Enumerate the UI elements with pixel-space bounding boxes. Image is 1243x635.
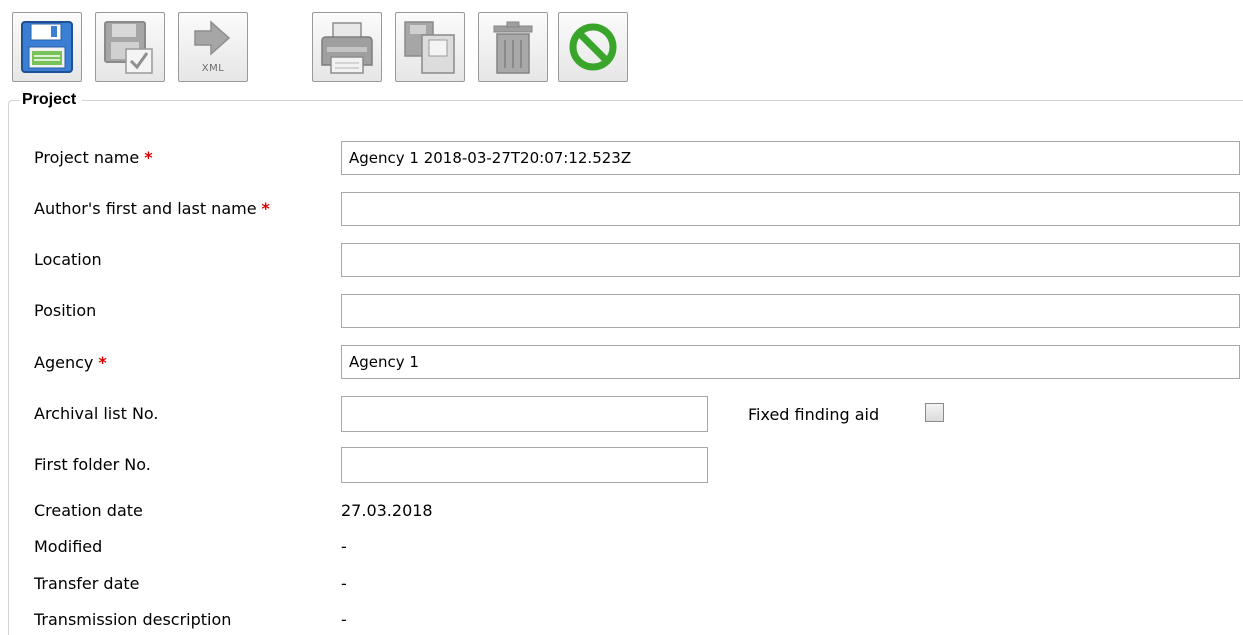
required-marker: * <box>144 148 153 167</box>
project-name-label-row: Project name * <box>34 148 153 168</box>
agency-label-row: Agency * <box>34 353 107 373</box>
transfer-date-label: Transfer date <box>34 574 140 593</box>
cancel-button[interactable] <box>558 12 628 82</box>
transmission-description-label: Transmission description <box>34 610 232 629</box>
transfer-date-value: - <box>341 574 347 593</box>
required-marker: * <box>98 353 107 372</box>
creation-date-value: 27.03.2018 <box>341 501 433 520</box>
project-name-input[interactable] <box>341 141 1240 175</box>
save-check-icon <box>104 21 153 74</box>
archival-list-no-label: Archival list No. <box>34 404 159 423</box>
required-marker: * <box>261 199 270 218</box>
save-validate-button[interactable] <box>95 12 165 82</box>
agency-label: Agency <box>34 353 94 372</box>
archival-list-no-input[interactable] <box>341 396 708 432</box>
floppy-disk-icon <box>21 21 73 73</box>
project-editor: XML Project Project name * Agency 1 2018… <box>0 0 1243 635</box>
first-folder-no-label: First folder No. <box>34 455 151 474</box>
copy-icon <box>404 21 455 74</box>
location-label: Location <box>34 250 102 269</box>
position-label: Position <box>34 301 97 320</box>
creation-date-label: Creation date <box>34 501 143 520</box>
author-name-input[interactable] <box>341 192 1240 226</box>
export-xml-button[interactable]: XML <box>178 12 248 82</box>
transmission-description-value: - <box>341 610 347 629</box>
trash-icon <box>493 21 533 74</box>
position-input[interactable] <box>341 294 1240 328</box>
project-name-label: Project name <box>34 148 140 167</box>
agency-input[interactable] <box>341 345 1240 379</box>
delete-button[interactable] <box>478 12 548 82</box>
save-button[interactable] <box>12 12 82 82</box>
xml-label: XML <box>201 63 225 74</box>
copy-button[interactable] <box>395 12 465 82</box>
author-name-label-row: Author's first and last name * <box>34 199 270 219</box>
group-title: Project <box>20 90 83 110</box>
modified-value: - <box>341 537 347 556</box>
fixed-finding-aid-checkbox[interactable] <box>925 403 944 422</box>
first-folder-no-input[interactable] <box>341 447 708 483</box>
printer-icon <box>321 22 373 74</box>
fixed-finding-aid-label: Fixed finding aid <box>748 405 880 424</box>
no-entry-icon <box>569 23 617 71</box>
location-input[interactable] <box>341 243 1240 277</box>
author-name-label: Author's first and last name <box>34 199 257 218</box>
modified-label: Modified <box>34 537 103 556</box>
print-button[interactable] <box>312 12 382 82</box>
